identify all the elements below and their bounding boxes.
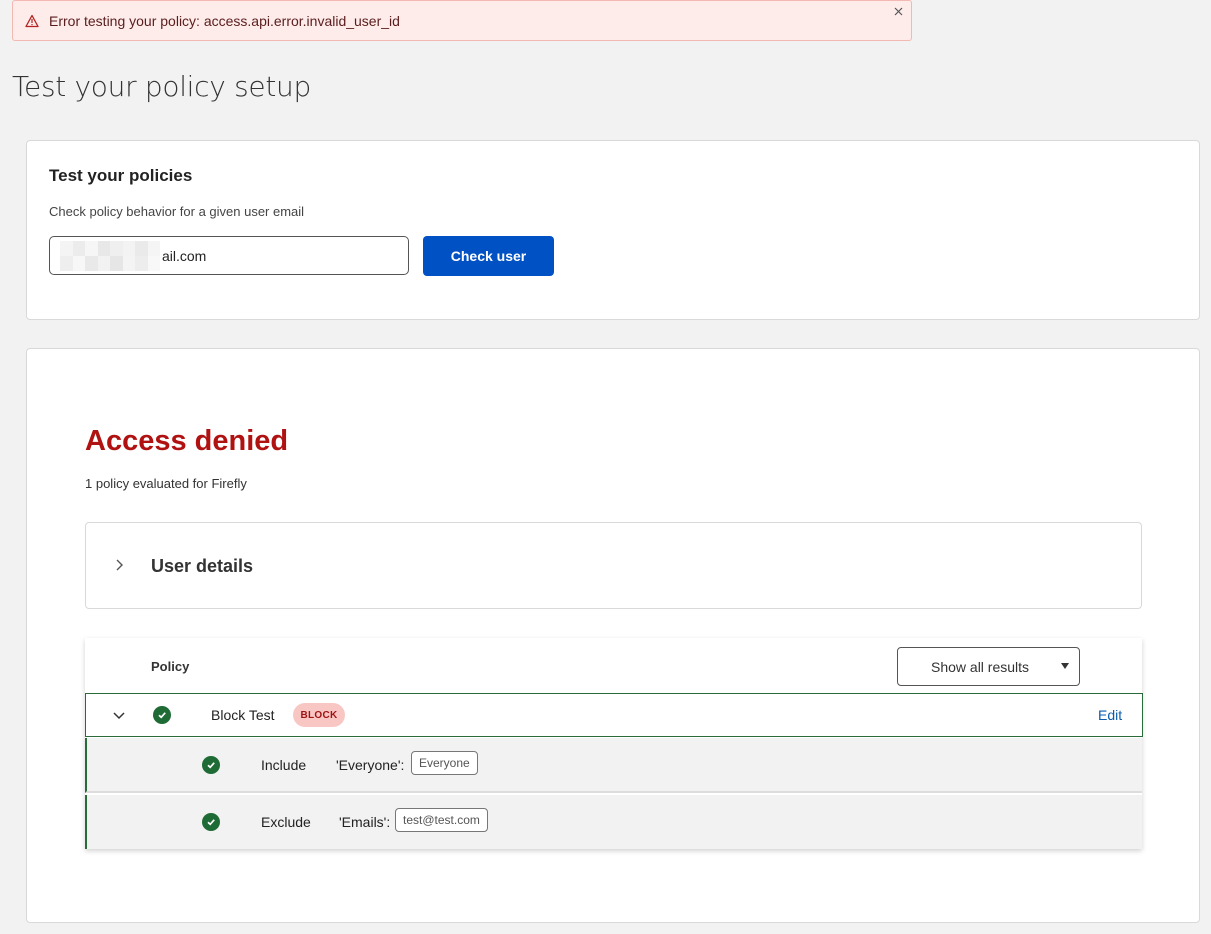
policy-table-header: Policy Show all results <box>85 638 1142 693</box>
policy-table: Policy Show all results Block Test BLOCK… <box>85 638 1143 849</box>
page-title: Test your policy setup <box>12 70 311 103</box>
result-card: Access denied 1 policy evaluated for Fir… <box>26 348 1200 923</box>
close-icon[interactable] <box>891 4 905 18</box>
test-policies-heading: Test your policies <box>49 166 193 185</box>
include-rule-row: Include 'Everyone': Everyone <box>85 738 1142 793</box>
error-message: Error testing your policy: access.api.er… <box>49 12 400 29</box>
caret-down-icon <box>1061 663 1069 669</box>
check-circle-icon <box>153 706 171 724</box>
error-banner: Error testing your policy: access.api.er… <box>12 0 912 41</box>
rule-value-chip: Everyone <box>411 751 478 775</box>
test-policies-subtitle: Check policy behavior for a given user e… <box>49 204 305 219</box>
test-policies-card: Test your policies Check policy behavior… <box>26 140 1200 320</box>
email-input[interactable]: ail.com <box>49 236 409 275</box>
rule-kind: Exclude <box>261 814 311 830</box>
policy-name: Block Test <box>211 707 275 723</box>
results-filter-value: Show all results <box>931 658 1030 675</box>
chevron-down-icon[interactable] <box>112 708 126 722</box>
exclude-rule-row: Exclude 'Emails': test@test.com <box>85 795 1142 849</box>
rule-kind: Include <box>261 757 307 773</box>
rule-key: 'Everyone': <box>336 757 405 773</box>
results-filter-select[interactable]: Show all results <box>897 647 1080 686</box>
user-details-accordion[interactable]: User details <box>85 522 1142 609</box>
check-circle-icon <box>202 756 220 774</box>
block-badge: BLOCK <box>293 703 345 727</box>
redacted-email-part <box>60 240 160 271</box>
check-circle-icon <box>202 813 220 831</box>
access-result-title: Access denied <box>85 425 289 457</box>
chevron-right-icon <box>112 558 126 572</box>
warning-icon <box>25 14 39 28</box>
user-details-label: User details <box>151 556 254 576</box>
edit-policy-link[interactable]: Edit <box>1098 707 1122 723</box>
email-input-value: ail.com <box>162 247 207 264</box>
check-user-button[interactable]: Check user <box>423 236 554 276</box>
rule-key: 'Emails': <box>339 814 391 830</box>
policy-row: Block Test BLOCK Edit <box>85 693 1143 737</box>
rule-value-chip: test@test.com <box>395 808 488 832</box>
policy-column-header: Policy <box>151 659 190 674</box>
policies-evaluated-text: 1 policy evaluated for Firefly <box>85 476 247 491</box>
